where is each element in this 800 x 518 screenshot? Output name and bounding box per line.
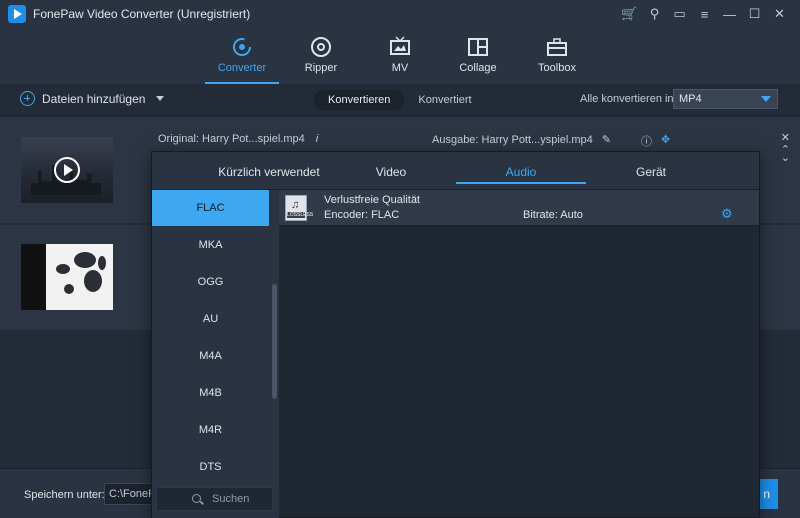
window-controls: 🛒 ⚲ ▭ ≡ — ☐ ✕ <box>617 4 792 24</box>
compress-icon[interactable]: ✥ <box>661 133 670 146</box>
original-filename-text: Original: Harry Pot...spiel.mp4 <box>158 133 305 145</box>
tab-toolbox[interactable]: Toolbox <box>522 34 592 84</box>
tab-label: Collage <box>459 62 497 74</box>
preset-bitrate: Bitrate: Auto <box>523 209 583 221</box>
tab-ripper[interactable]: Ripper <box>286 34 356 84</box>
chevron-down-icon[interactable]: ⌄ <box>781 151 790 164</box>
tab-device[interactable]: Gerät <box>621 165 681 179</box>
play-icon[interactable] <box>54 157 80 183</box>
add-files-label: Dateien hinzufügen <box>42 91 146 106</box>
tab-audio[interactable]: Audio <box>491 165 551 179</box>
tab-converter[interactable]: Converter <box>205 34 279 84</box>
format-item-au[interactable]: AU <box>152 301 269 337</box>
convert-all-format-select[interactable]: MP4 <box>673 89 778 109</box>
lossless-badge: LOSSLESS <box>287 212 314 218</box>
output-filename: Ausgabe: Harry Pott...yspiel.mp4 ✎ <box>432 133 611 146</box>
convert-all-label: Alle konvertieren in: <box>580 93 677 105</box>
collage-icon <box>467 36 489 58</box>
format-item-flac[interactable]: FLAC <box>152 190 269 226</box>
tab-converted[interactable]: Konvertiert <box>404 90 485 110</box>
main-tabs: Converter Ripper MV Collage Toolbox <box>0 28 800 84</box>
lossless-audio-icon: ♫ LOSSLESS <box>285 195 314 221</box>
key-icon[interactable]: ⚲ <box>642 4 667 24</box>
app-logo-icon <box>8 5 26 23</box>
minimize-icon[interactable]: — <box>717 4 742 24</box>
preset-item[interactable]: ♫ LOSSLESS Verlustfreie Qualität Encoder… <box>279 190 759 226</box>
tab-label: Converter <box>217 62 267 74</box>
toolbox-icon <box>546 36 568 58</box>
tab-mv[interactable]: MV <box>365 34 435 84</box>
title-bar: FonePaw Video Converter (Unregistriert) … <box>0 0 800 28</box>
app-title: FonePaw Video Converter (Unregistriert) <box>33 7 251 21</box>
add-icon <box>20 91 35 106</box>
format-list-scrollbar[interactable] <box>272 284 277 399</box>
format-item-mka[interactable]: MKA <box>152 227 269 263</box>
format-list: FLAC MKA OGG AU M4A M4B M4R DTS <box>152 190 279 518</box>
tab-recent[interactable]: Kürzlich verwendet <box>214 165 324 179</box>
preset-name: Verlustfreie Qualität <box>324 194 420 206</box>
gear-icon[interactable]: ⚙ <box>721 206 733 222</box>
active-tab-indicator <box>456 182 586 184</box>
format-item-m4b[interactable]: M4B <box>152 375 269 411</box>
close-icon[interactable]: ✕ <box>767 4 792 24</box>
format-search-input[interactable]: Suchen <box>156 487 273 511</box>
disc-icon <box>310 36 332 58</box>
add-files-button[interactable]: Dateien hinzufügen <box>20 91 165 106</box>
output-filename-text: Ausgabe: Harry Pott...yspiel.mp4 <box>432 134 593 146</box>
format-popup: Kürzlich verwendet Video Audio Gerät FLA… <box>151 151 760 518</box>
info-icon[interactable]: i <box>316 133 318 145</box>
converter-icon <box>231 36 253 58</box>
original-filename: Original: Harry Pot...spiel.mp4 i <box>158 133 318 145</box>
save-to-label: Speichern unter: <box>24 489 105 501</box>
toolbar: Dateien hinzufügen Konvertieren Konverti… <box>0 84 800 116</box>
file-info-icon[interactable]: ⓘ <box>641 133 652 149</box>
cart-icon[interactable]: 🛒 <box>617 4 642 24</box>
search-placeholder: Suchen <box>212 493 250 505</box>
menu-icon[interactable]: ≡ <box>692 4 717 24</box>
tab-label: Ripper <box>304 62 338 74</box>
maximize-icon[interactable]: ☐ <box>742 4 767 24</box>
tab-collage[interactable]: Collage <box>443 34 513 84</box>
tab-video[interactable]: Video <box>361 165 421 179</box>
edit-icon[interactable]: ✎ <box>602 134 611 146</box>
tab-label: MV <box>391 62 409 74</box>
artwork-image <box>46 244 113 310</box>
format-select-value: MP4 <box>679 93 702 105</box>
format-tabs: Kürzlich verwendet Video Audio Gerät <box>152 152 759 190</box>
music-note-glyph: ♫ <box>291 199 300 211</box>
tab-label: Toolbox <box>538 62 576 74</box>
video-thumbnail[interactable] <box>21 244 113 310</box>
status-segment: Konvertieren Konvertiert <box>314 90 486 110</box>
tab-converting[interactable]: Konvertieren <box>314 90 405 110</box>
format-item-ogg[interactable]: OGG <box>152 264 269 300</box>
search-icon <box>192 494 201 503</box>
video-thumbnail[interactable] <box>21 137 113 203</box>
format-item-dts[interactable]: DTS <box>152 449 269 485</box>
format-item-m4r[interactable]: M4R <box>152 412 269 448</box>
chat-icon[interactable]: ▭ <box>667 4 692 24</box>
tv-icon <box>389 36 411 58</box>
format-item-m4a[interactable]: M4A <box>152 338 269 374</box>
chevron-down-icon <box>761 96 771 102</box>
preset-encoder: Encoder: FLAC <box>324 209 400 221</box>
chevron-down-icon[interactable] <box>156 96 165 101</box>
